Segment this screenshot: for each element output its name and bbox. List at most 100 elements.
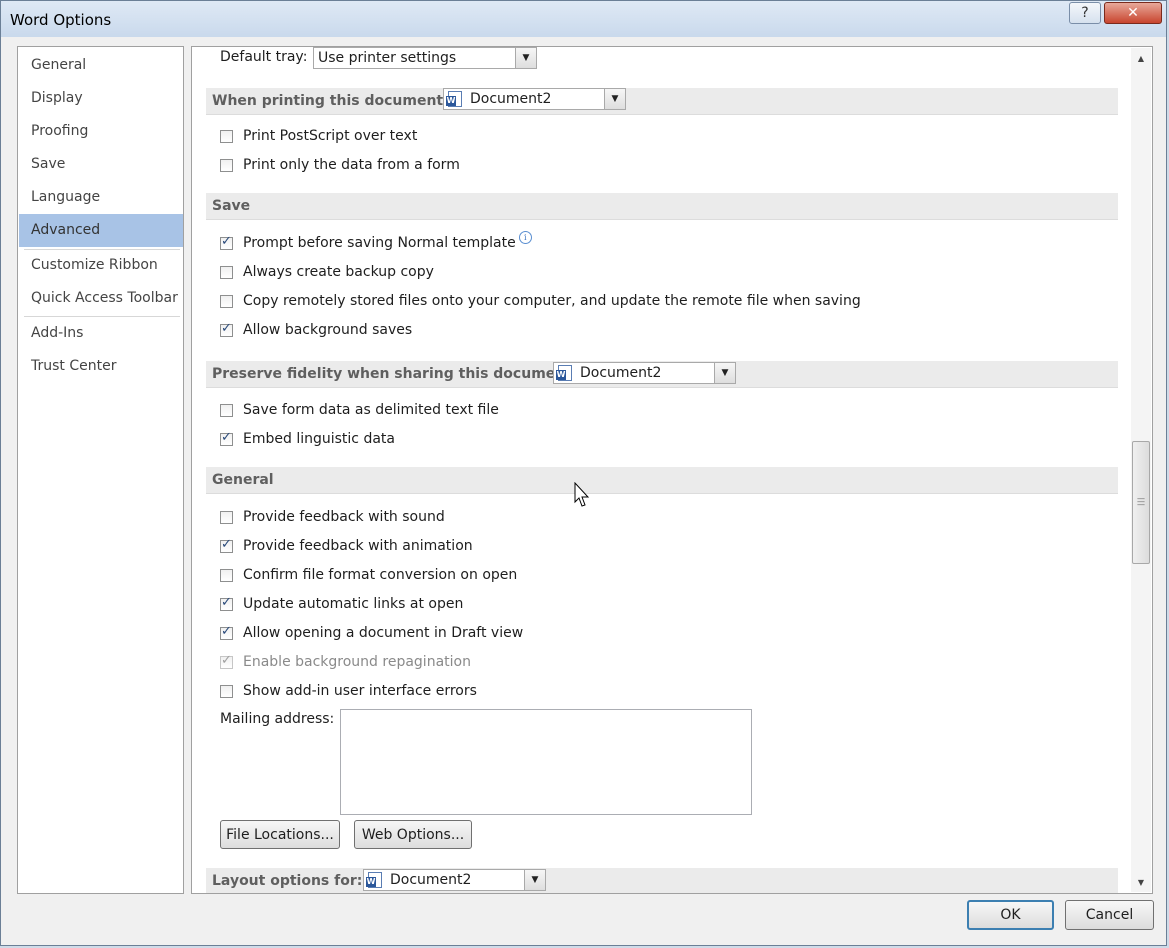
prompt-normal-template-option[interactable]: Prompt before saving Normal template i	[220, 230, 532, 253]
option-label: Print PostScript over text	[243, 128, 418, 144]
word-document-icon	[446, 91, 462, 107]
nav-item-general[interactable]: General	[19, 49, 183, 82]
option-label: Update automatic links at open	[243, 596, 464, 612]
option-label: Allow opening a document in Draft view	[243, 625, 524, 641]
form-data-delimited-option[interactable]: Save form data as delimited text file	[220, 400, 499, 420]
advanced-options-panel: Default tray: Use printer settings ▼ Whe…	[191, 46, 1153, 894]
title-bar: Word Options ? ✕	[1, 1, 1166, 37]
nav-item-advanced[interactable]: Advanced	[19, 214, 183, 247]
nav-item-quick-access-toolbar[interactable]: Quick Access Toolbar	[19, 282, 183, 315]
nav-item-add-ins[interactable]: Add-Ins	[19, 317, 183, 350]
section-layout-options: Layout options for:	[206, 868, 1118, 893]
layout-document-value: Document2	[390, 872, 472, 888]
cancel-button[interactable]: Cancel	[1065, 900, 1154, 930]
nav-item-language[interactable]: Language	[19, 181, 183, 214]
checkbox[interactable]	[220, 158, 233, 172]
option-label: Prompt before saving Normal template	[243, 235, 516, 251]
option-label: Show add-in user interface errors	[243, 683, 477, 699]
scrollbar-thumb[interactable]: — — —	[1132, 441, 1150, 564]
nav-item-save[interactable]: Save	[19, 148, 183, 181]
backup-copy-option[interactable]: Always create backup copy	[220, 262, 434, 282]
embed-linguistic-data-option[interactable]: Embed linguistic data	[220, 429, 395, 449]
vertical-scrollbar[interactable]: ▲ — — — ▼	[1131, 48, 1151, 892]
draft-view-option[interactable]: Allow opening a document in Draft view	[220, 623, 523, 643]
chevron-down-icon: ▼	[515, 48, 536, 68]
option-label: Provide feedback with sound	[243, 509, 445, 525]
background-saves-option[interactable]: Allow background saves	[220, 320, 412, 340]
checkbox[interactable]	[220, 537, 233, 553]
options-nav: General Display Proofing Save Language A…	[17, 46, 184, 894]
fidelity-document-dropdown[interactable]: Document2 ▼	[553, 362, 736, 384]
checkbox[interactable]	[220, 430, 233, 446]
section-title: Preserve fidelity when sharing this docu…	[212, 366, 578, 382]
print-form-data-option[interactable]: Print only the data from a form	[220, 155, 460, 175]
web-options-button[interactable]: Web Options...	[354, 820, 472, 849]
checkbox[interactable]	[220, 234, 233, 250]
nav-item-display[interactable]: Display	[19, 82, 183, 115]
checkbox[interactable]	[220, 294, 233, 308]
confirm-conversion-option[interactable]: Confirm file format conversion on open	[220, 565, 517, 585]
ok-button[interactable]: OK	[967, 900, 1054, 930]
option-label: Always create backup copy	[243, 264, 434, 280]
nav-item-proofing[interactable]: Proofing	[19, 115, 183, 148]
word-options-dialog: Word Options ? ✕ General Display Proofin…	[0, 0, 1167, 946]
when-printing-document-dropdown[interactable]: Document2 ▼	[443, 88, 626, 110]
grip-icon: — — —	[1137, 494, 1145, 509]
default-tray-label: Default tray:	[220, 49, 308, 65]
checkbox[interactable]	[220, 510, 233, 524]
checkbox[interactable]	[220, 403, 233, 417]
option-label: Embed linguistic data	[243, 431, 395, 447]
chevron-down-icon: ▼	[714, 363, 735, 383]
scroll-down-icon[interactable]: ▼	[1131, 872, 1151, 892]
background-repagination-option: Enable background repagination	[220, 652, 471, 672]
section-save: Save	[206, 193, 1118, 220]
copy-remote-files-option[interactable]: Copy remotely stored files onto your com…	[220, 291, 861, 311]
mailing-address-label: Mailing address:	[220, 711, 335, 727]
option-label: Save form data as delimited text file	[243, 402, 499, 418]
checkbox[interactable]	[220, 129, 233, 143]
mailing-address-input[interactable]	[340, 709, 752, 815]
section-title: General	[212, 472, 274, 488]
option-label: Print only the data from a form	[243, 157, 460, 173]
close-button[interactable]: ✕	[1104, 2, 1162, 24]
when-printing-document-value: Document2	[470, 91, 552, 107]
close-icon: ✕	[1127, 5, 1139, 21]
scroll-up-icon[interactable]: ▲	[1131, 48, 1151, 68]
option-label: Enable background repagination	[243, 654, 471, 670]
chevron-down-icon: ▼	[524, 870, 545, 890]
section-title: Layout options for:	[212, 873, 363, 889]
help-icon: ?	[1081, 5, 1089, 21]
checkbox[interactable]	[220, 568, 233, 582]
section-title: Save	[212, 198, 251, 214]
print-postscript-option[interactable]: Print PostScript over text	[220, 126, 417, 146]
checkbox[interactable]	[220, 684, 233, 698]
checkbox[interactable]	[220, 595, 233, 611]
default-tray-dropdown[interactable]: Use printer settings ▼	[313, 47, 537, 69]
chevron-down-icon: ▼	[604, 89, 625, 109]
checkbox[interactable]	[220, 321, 233, 337]
option-label: Allow background saves	[243, 322, 413, 338]
info-icon[interactable]: i	[518, 230, 532, 244]
word-document-icon	[366, 872, 382, 888]
option-label: Copy remotely stored files onto your com…	[243, 293, 861, 309]
update-links-option[interactable]: Update automatic links at open	[220, 594, 463, 614]
window-title: Word Options	[10, 11, 112, 29]
word-document-icon	[556, 365, 572, 381]
nav-item-customize-ribbon[interactable]: Customize Ribbon	[19, 249, 183, 282]
default-tray-value: Use printer settings	[318, 50, 457, 66]
addin-errors-option[interactable]: Show add-in user interface errors	[220, 681, 477, 701]
option-label: Confirm file format conversion on open	[243, 567, 518, 583]
help-button[interactable]: ?	[1069, 2, 1101, 24]
feedback-sound-option[interactable]: Provide feedback with sound	[220, 507, 445, 527]
checkbox	[220, 653, 233, 669]
checkbox[interactable]	[220, 265, 233, 279]
layout-document-dropdown[interactable]: Document2 ▼	[363, 869, 546, 891]
mouse-cursor-icon	[574, 482, 590, 507]
checkbox[interactable]	[220, 624, 233, 640]
feedback-animation-option[interactable]: Provide feedback with animation	[220, 536, 473, 556]
option-label: Provide feedback with animation	[243, 538, 473, 554]
file-locations-button[interactable]: File Locations...	[220, 820, 340, 849]
nav-item-trust-center[interactable]: Trust Center	[19, 350, 183, 383]
fidelity-document-value: Document2	[580, 365, 662, 381]
section-when-printing: When printing this document:	[206, 88, 1118, 115]
